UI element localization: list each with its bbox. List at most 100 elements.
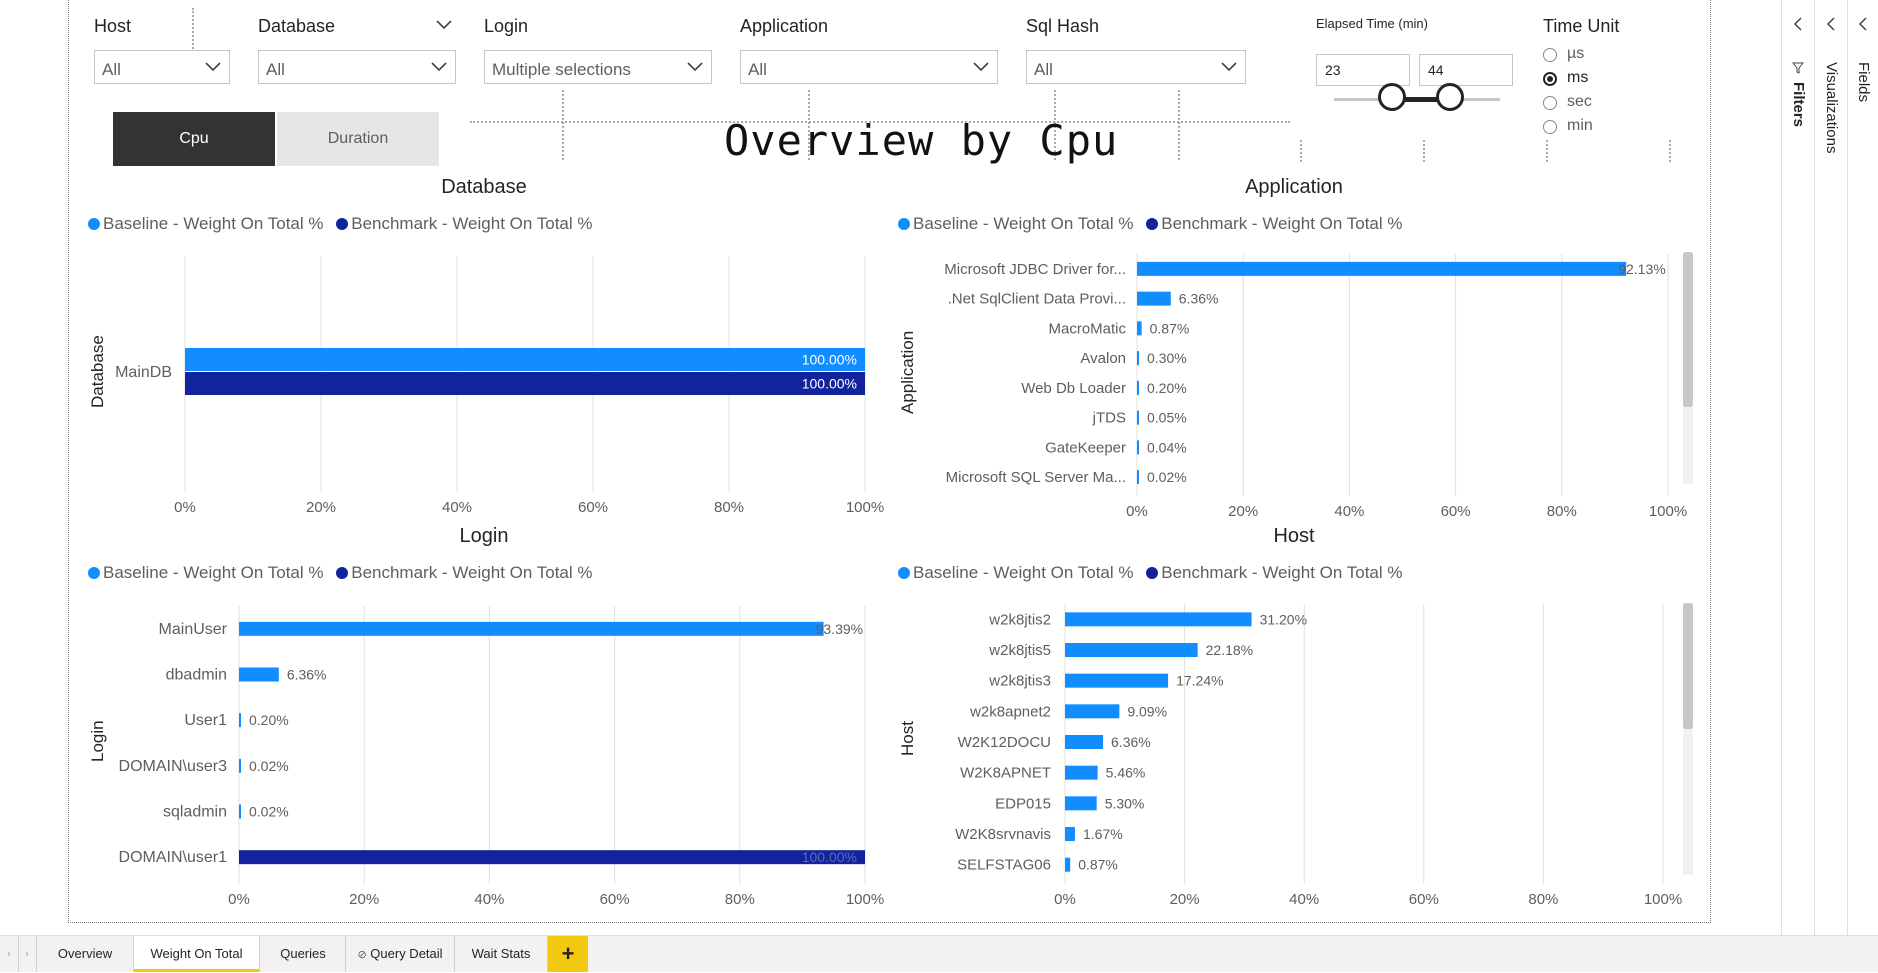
category-label: jTDS (1092, 410, 1126, 427)
bar (1137, 351, 1139, 366)
sqlhash-slicer: Sql Hash All (1026, 16, 1246, 86)
x-tick-label: 60% (1409, 891, 1439, 906)
tab-scroll-left-icon[interactable]: ‹ (0, 936, 19, 972)
application-dropdown[interactable]: All (740, 50, 998, 84)
data-label: 92.13% (1618, 261, 1665, 277)
bar (239, 621, 824, 636)
radio-icon (1543, 120, 1557, 134)
chevron-left-icon[interactable] (1793, 17, 1803, 31)
y-axis-title: Login (88, 720, 107, 762)
scrollbar[interactable] (1683, 603, 1693, 875)
add-page-button[interactable]: + (548, 936, 588, 972)
tab-scroll-right-icon[interactable]: › (18, 936, 37, 972)
legend-item-baseline[interactable]: Baseline - Weight On Total % (88, 214, 324, 233)
duration-toggle-button[interactable]: Duration (277, 112, 439, 166)
legend-item-benchmark[interactable]: Benchmark - Weight On Total % (336, 214, 593, 233)
bar (1065, 857, 1071, 872)
scrollbar-thumb[interactable] (1683, 252, 1693, 407)
x-tick-label: 20% (349, 891, 379, 906)
host-dropdown[interactable]: All (94, 50, 230, 84)
sqlhash-slicer-title: Sql Hash (1026, 16, 1100, 36)
category-label: w2k8jtis5 (988, 642, 1051, 659)
category-label: MacroMatic (1048, 320, 1126, 337)
bar (1137, 321, 1142, 336)
x-tick-label: 80% (714, 499, 744, 516)
legend-item-baseline[interactable]: Baseline - Weight On Total % (88, 563, 324, 582)
tab-overview[interactable]: Overview (37, 936, 134, 972)
bar (1065, 673, 1169, 688)
category-label: w2k8jtis2 (988, 611, 1051, 628)
legend-item-baseline[interactable]: Baseline - Weight On Total % (898, 214, 1134, 233)
legend-label: Baseline - Weight On Total % (103, 214, 324, 233)
radio-icon (1543, 48, 1557, 62)
data-label: 0.30% (1147, 350, 1187, 366)
cpu-toggle-button[interactable]: Cpu (113, 112, 275, 166)
x-tick-label: 100% (1644, 891, 1682, 906)
bar (1137, 261, 1627, 276)
data-label: 6.36% (287, 667, 327, 683)
data-label: 0.04% (1147, 439, 1187, 455)
x-tick-label: 20% (1228, 503, 1258, 516)
chevron-down-icon (687, 62, 703, 72)
chevron-left-icon[interactable] (1858, 17, 1868, 31)
database-dropdown[interactable]: All (258, 50, 456, 84)
x-tick-label: 40% (1334, 503, 1364, 516)
legend-item-benchmark[interactable]: Benchmark - Weight On Total % (1146, 563, 1403, 582)
divider (1669, 140, 1671, 162)
chart-title-database: Database (441, 176, 527, 198)
login-dropdown-value: Multiple selections (492, 60, 631, 79)
scrollbar-thumb[interactable] (1683, 603, 1693, 729)
elapsed-to-input[interactable]: 44 (1419, 54, 1513, 86)
x-tick-label: 100% (846, 499, 884, 516)
application-slicer-title: Application (740, 16, 829, 36)
legend-dot-icon (898, 218, 910, 230)
data-label: 0.87% (1150, 320, 1190, 336)
legend-dot-icon (88, 567, 100, 579)
page-tab-bar: ‹ › Overview Weight On Total Queries ⊘ Q… (0, 935, 1878, 972)
host-slicer: Host All (94, 16, 230, 86)
hidden-page-icon: ⊘ (357, 949, 367, 961)
filters-pane[interactable]: Filters (1781, 0, 1814, 971)
elapsed-time-title: Elapsed Time (min) (1316, 16, 1428, 31)
legend-dot-icon (1146, 567, 1159, 579)
legend-item-benchmark[interactable]: Benchmark - Weight On Total % (336, 563, 593, 582)
y-axis-title: Database (88, 335, 107, 408)
category-label: DOMAIN\user1 (119, 849, 228, 866)
bar (185, 348, 865, 371)
chevron-down-icon (973, 62, 989, 72)
x-tick-label: 100% (1649, 503, 1687, 516)
filter-icon (1792, 62, 1804, 74)
visualizations-pane[interactable]: Visualizations (1814, 0, 1847, 971)
legend-item-benchmark[interactable]: Benchmark - Weight On Total % (1146, 214, 1403, 233)
category-label: SELFSTAG06 (957, 857, 1051, 874)
bar (1137, 291, 1171, 306)
filters-pane-label: Filters (1790, 82, 1807, 128)
legend-item-baseline[interactable]: Baseline - Weight On Total % (898, 563, 1134, 582)
tab-weight-on-total[interactable]: Weight On Total (134, 936, 260, 972)
legend-label: Benchmark - Weight On Total % (351, 563, 593, 582)
elapsed-from-input[interactable]: 23 (1316, 54, 1410, 86)
legend-label: Baseline - Weight On Total % (913, 214, 1134, 233)
range-slider-handle-start[interactable] (1378, 83, 1406, 111)
category-label: Web Db Loader (1021, 380, 1126, 397)
tab-query-detail[interactable]: ⊘ Query Detail (346, 936, 455, 972)
bar (1065, 612, 1252, 627)
range-slider-handle-end[interactable] (1436, 83, 1464, 111)
time-unit-option-label: sec (1567, 93, 1592, 110)
login-dropdown[interactable]: Multiple selections (484, 50, 712, 84)
x-tick-label: 0% (1054, 891, 1076, 906)
chevron-left-icon[interactable] (1826, 17, 1836, 31)
fields-pane[interactable]: Fields (1847, 0, 1878, 971)
category-label: GateKeeper (1045, 439, 1126, 456)
data-label: 100.00% (802, 352, 857, 368)
chevron-down-icon[interactable] (436, 20, 452, 30)
bar (1065, 704, 1120, 719)
sqlhash-dropdown[interactable]: All (1026, 50, 1246, 84)
scrollbar[interactable] (1683, 252, 1693, 484)
tab-queries[interactable]: Queries (261, 936, 346, 972)
category-label: Microsoft SQL Server Ma... (946, 469, 1126, 486)
x-tick-label: 0% (174, 499, 196, 516)
tab-wait-stats[interactable]: Wait Stats (455, 936, 548, 972)
legend-label: Benchmark - Weight On Total % (1161, 563, 1403, 582)
x-tick-label: 80% (725, 891, 755, 906)
